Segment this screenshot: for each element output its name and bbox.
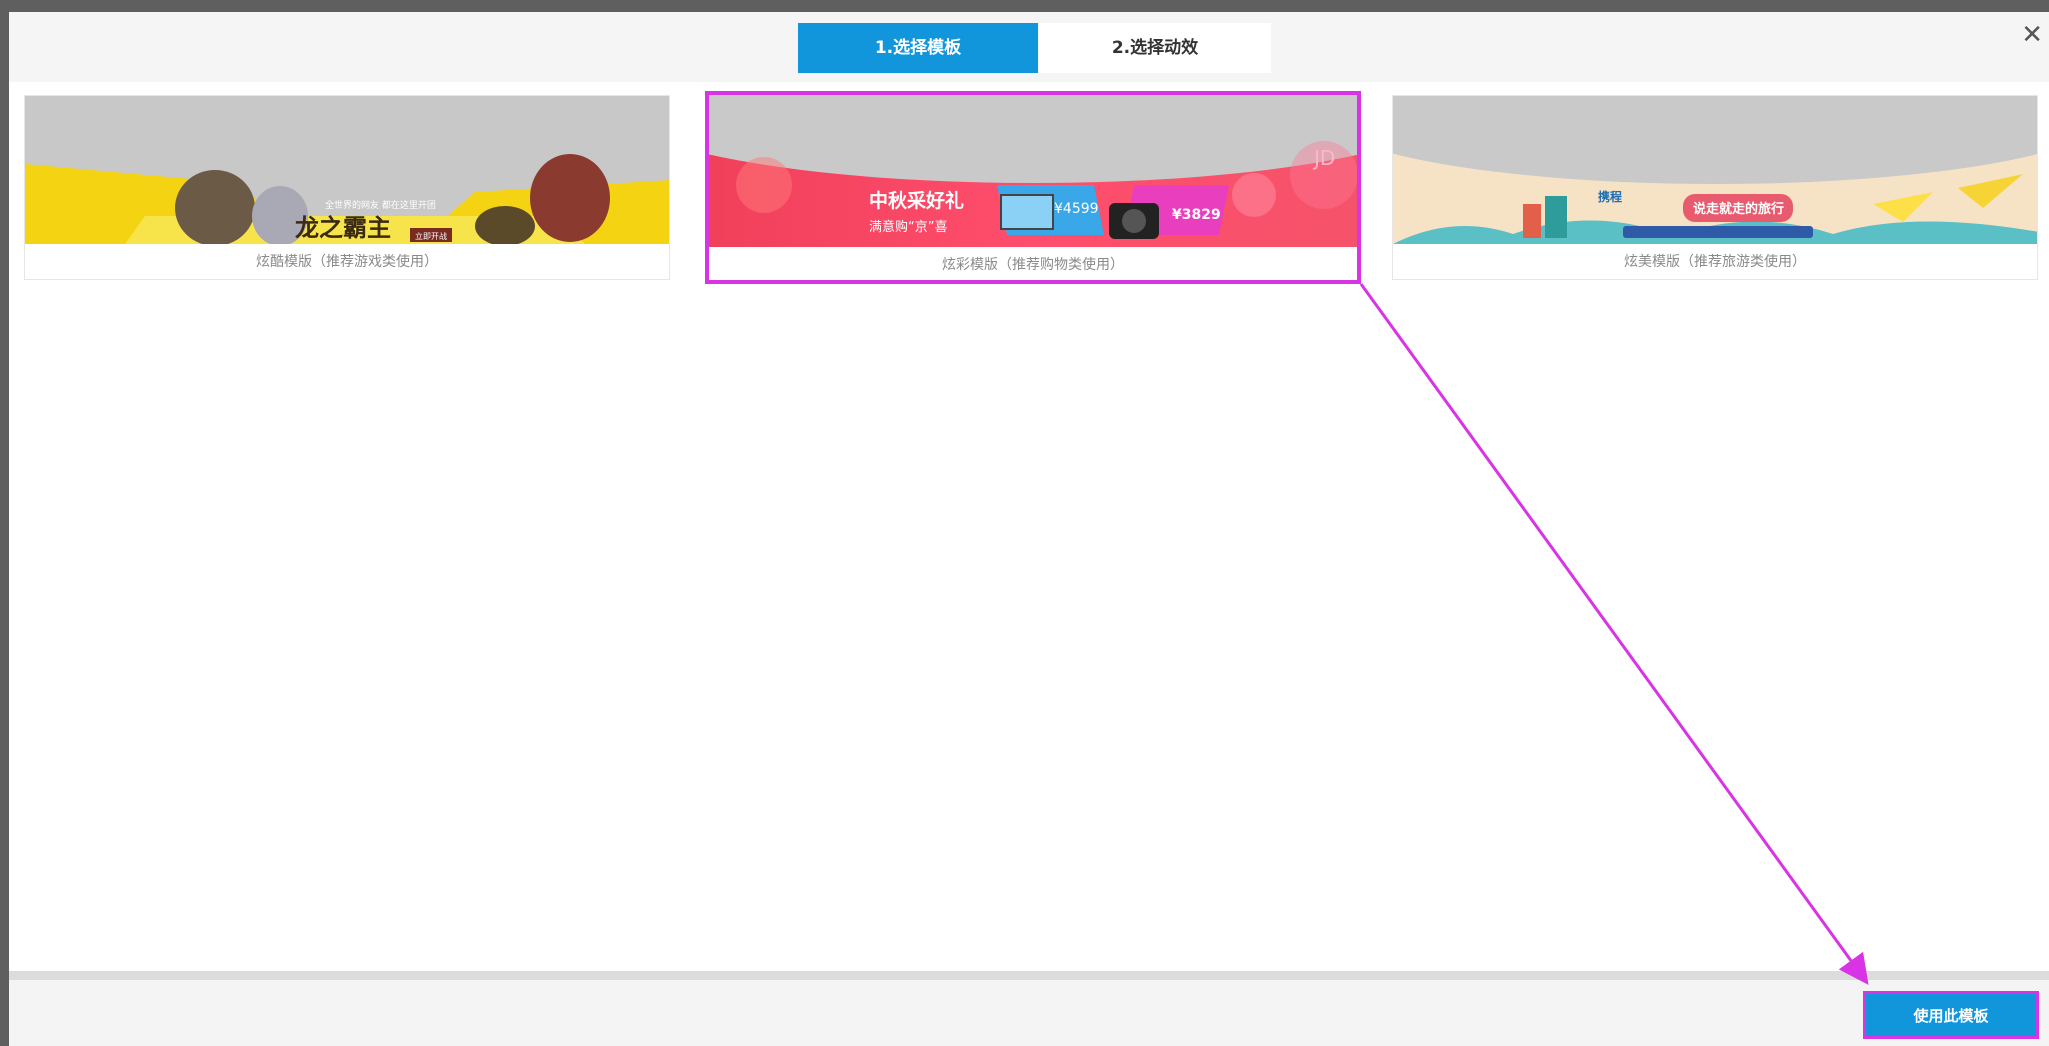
tab-select-effect[interactable]: 2.选择动效 <box>1039 23 1271 73</box>
laptop-price: ¥4599 <box>1054 201 1099 217</box>
shopping-banner-title: 中秋采好礼 <box>869 189 964 212</box>
game-banner-tagline: 全世界的网友 都在这里开团 <box>325 199 436 211</box>
template-caption: 炫酷模版（推荐游戏类使用） <box>256 254 438 270</box>
dialog-footer <box>9 980 2049 1046</box>
use-template-button[interactable]: 使用此模板 <box>1863 991 2039 1039</box>
template-caption: 炫美模版（推荐旅游类使用） <box>1624 254 1806 270</box>
template-card-shopping[interactable]: 中秋采好礼 满意购“京”喜 ¥4599 ¥3829 JD 炫彩模版（推荐购物类使… <box>705 91 1361 284</box>
dialog-header: 1.选择模板 2.选择动效 ✕ <box>9 12 2049 82</box>
template-caption: 炫彩模版（推荐购物类使用） <box>942 257 1124 273</box>
footer-divider <box>9 971 2049 980</box>
travel-banner-image: 说走就走的旅行 携程 <box>1393 96 2037 244</box>
shopping-banner-image: 中秋采好礼 满意购“京”喜 ¥4599 ¥3829 JD <box>709 95 1357 247</box>
camera-price: ¥3829 <box>1172 207 1221 223</box>
travel-banner-brand: 携程 <box>1598 189 1622 204</box>
template-card-travel[interactable]: 说走就走的旅行 携程 炫美模版（推荐旅游类使用） <box>1392 95 2038 280</box>
game-banner-title: 龙之霸主 <box>295 214 391 242</box>
shopping-banner-subtitle: 满意购“京”喜 <box>869 219 947 235</box>
jd-watermark: JD <box>1312 146 1335 170</box>
close-icon[interactable]: ✕ <box>2021 20 2043 50</box>
travel-banner-title: 说走就走的旅行 <box>1693 201 1784 217</box>
game-banner-image: 全世界的网友 都在这里开团 龙之霸主 立即开战 <box>25 96 669 244</box>
game-banner-cta: 立即开战 <box>415 231 447 241</box>
template-card-game[interactable]: 全世界的网友 都在这里开团 龙之霸主 立即开战 炫酷模版（推荐游戏类使用） <box>24 95 670 280</box>
tab-select-template[interactable]: 1.选择模板 <box>798 23 1038 73</box>
